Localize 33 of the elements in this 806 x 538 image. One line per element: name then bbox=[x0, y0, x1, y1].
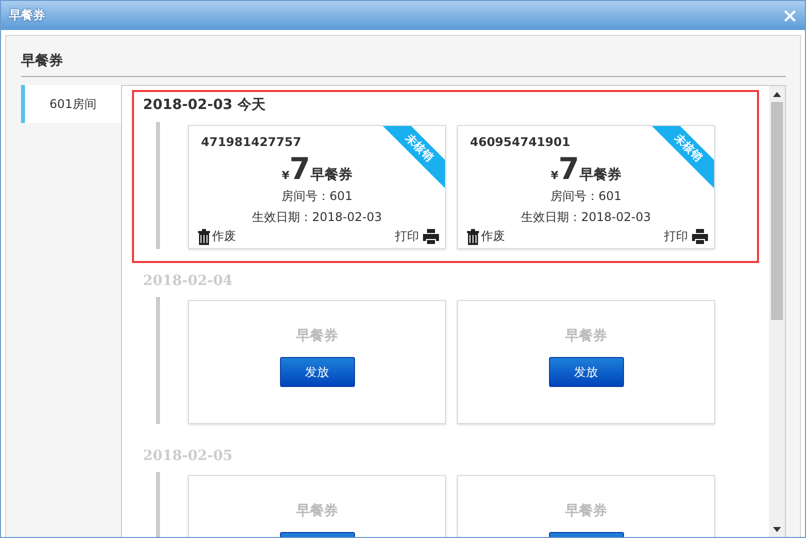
scrollbar[interactable] bbox=[769, 86, 785, 537]
trash-icon bbox=[197, 228, 211, 244]
void-link[interactable]: 作废 bbox=[481, 228, 505, 245]
section-heading: 早餐券 bbox=[21, 48, 786, 77]
issue-button[interactable]: 发放 bbox=[280, 357, 354, 387]
printer-icon bbox=[423, 229, 439, 244]
scroll-up-icon[interactable] bbox=[773, 92, 781, 96]
void-link[interactable]: 作废 bbox=[212, 228, 236, 245]
valid-date: 生效日期：2018-02-03 bbox=[520, 209, 652, 226]
currency-sign: ¥ bbox=[282, 169, 290, 182]
print-link[interactable]: 打印 bbox=[664, 228, 688, 245]
currency-sign: ¥ bbox=[550, 169, 558, 182]
voucher-amount: 7 bbox=[558, 154, 580, 186]
printer-icon bbox=[692, 229, 708, 244]
room-number: 房间号：601 bbox=[280, 188, 354, 205]
voucher-title: 早餐券 bbox=[579, 166, 622, 184]
voucher-amount: 7 bbox=[289, 154, 310, 186]
voucher-title: 早餐券 bbox=[564, 502, 608, 520]
window-title: 早餐券 bbox=[9, 7, 45, 24]
voucher-title: 早餐券 bbox=[564, 327, 608, 345]
print-link[interactable]: 打印 bbox=[395, 228, 419, 245]
voucher-title: 早餐券 bbox=[295, 502, 339, 520]
voucher-title: 早餐券 bbox=[295, 327, 339, 345]
valid-date: 生效日期：2018-02-03 bbox=[251, 209, 383, 226]
voucher-title: 早餐券 bbox=[310, 166, 352, 184]
date-heading: 2018-02-03 今天 bbox=[143, 96, 266, 114]
room-tab[interactable]: 601房间 bbox=[21, 85, 121, 123]
voucher-number: 471981427757 bbox=[201, 135, 302, 149]
issue-button[interactable]: 发放 bbox=[548, 357, 624, 387]
trash-icon bbox=[466, 228, 480, 244]
voucher-number: 460954741901 bbox=[470, 135, 570, 149]
scroll-down-icon[interactable] bbox=[773, 526, 781, 532]
room-number: 房间号：601 bbox=[550, 188, 622, 205]
